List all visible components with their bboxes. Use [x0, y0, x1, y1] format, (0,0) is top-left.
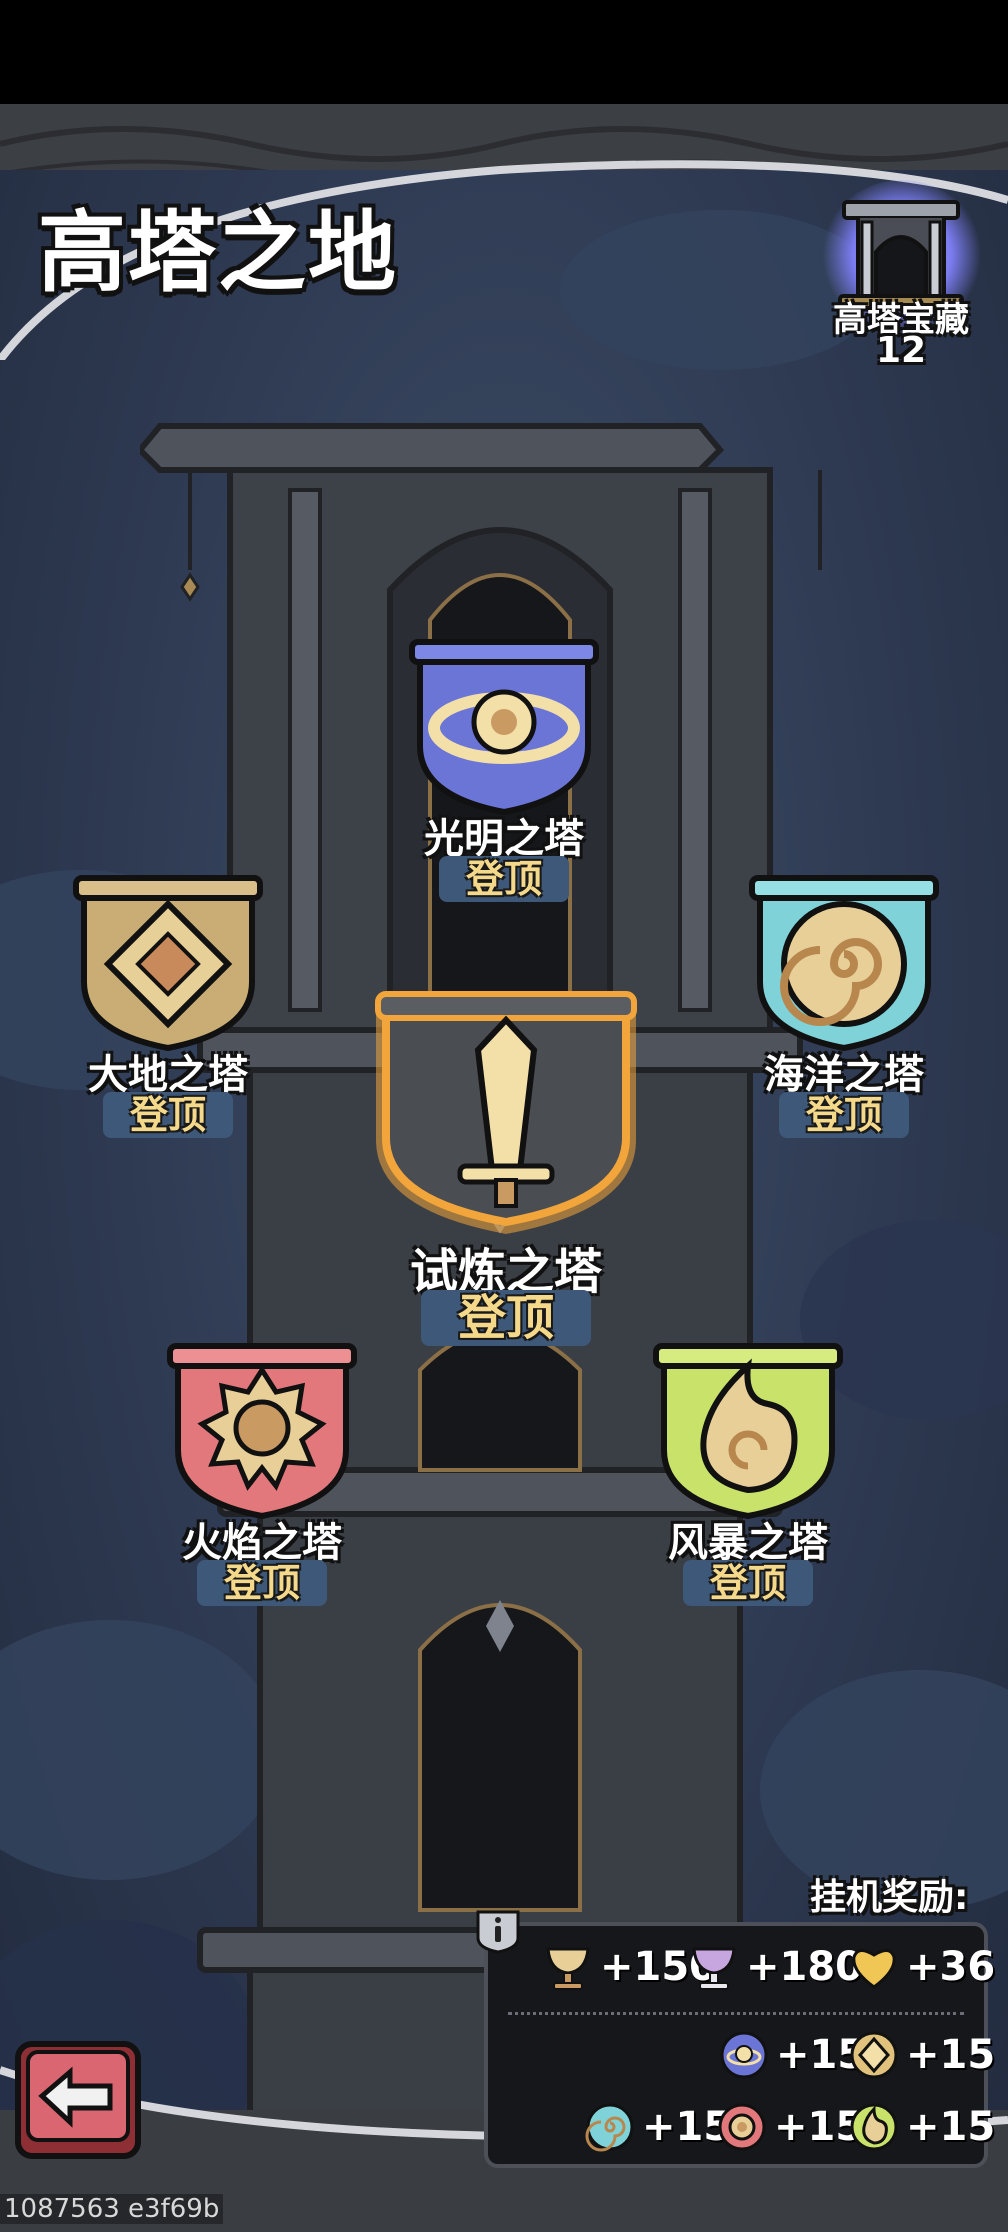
spiral-shell-icon [749, 875, 939, 1052]
info-icon[interactable] [472, 1904, 524, 1956]
reward-value: +36 [906, 1944, 996, 1990]
flame-swirl-icon [653, 1343, 843, 1520]
tower-treasure-button[interactable]: 高塔宝藏 12 [816, 180, 986, 380]
treasure-count: 12 [875, 330, 927, 371]
tower-status-storm: 登顶 [683, 1560, 813, 1606]
reward-value: +15 [906, 2032, 996, 2078]
page-title: 高塔之地 [38, 201, 399, 304]
ocean-shell-icon [585, 2103, 634, 2152]
tower-status-earth: 登顶 [103, 1092, 233, 1138]
orb-ring-icon [409, 639, 599, 816]
fire-gear-icon [718, 2103, 766, 2151]
idle-rewards-panel: +150 +180 +36 +15 +15 +15 +15 +15 [484, 1922, 995, 2168]
tower-node-trial[interactable]: 试炼之塔 登顶 [356, 980, 656, 1350]
tower-status-light: 登顶 [439, 856, 569, 902]
tower-node-light[interactable]: 光明之塔 登顶 [392, 636, 616, 906]
sun-gear-icon [167, 1343, 357, 1520]
reward-item: +15 [716, 2098, 863, 2154]
tower-status-trial: 登顶 [421, 1290, 591, 1346]
build-watermark: 1087563 e3f69b [0, 2194, 224, 2224]
status-bar [0, 0, 1008, 104]
tower-node-ocean[interactable]: 海洋之塔 登顶 [732, 872, 956, 1142]
tower-node-fire[interactable]: 火焰之塔 登顶 [150, 1340, 374, 1610]
earth-rune-icon [850, 2031, 898, 2079]
tower-status-ocean: 登顶 [779, 1092, 909, 1138]
tower-status-fire: 登顶 [197, 1560, 327, 1606]
tower-node-storm[interactable]: 风暴之塔 登顶 [636, 1340, 860, 1610]
storm-flame-icon [850, 2103, 898, 2151]
diamond-rune-icon [73, 875, 263, 1052]
purple-chalice-icon [692, 1947, 736, 1990]
reward-item: +15 [848, 2026, 995, 2082]
gold-heart-icon [852, 1949, 896, 1989]
gold-chalice-icon [546, 1947, 590, 1990]
idle-rewards-title: 挂机奖励: [810, 1877, 969, 1918]
reward-value: +15 [906, 2104, 996, 2150]
tower-land-screen: 高塔之地 高塔宝藏 12 光明之塔 登顶 大地之塔 登顶 海洋之塔 登顶 试炼之… [0, 0, 1008, 2232]
tower-node-earth[interactable]: 大地之塔 登顶 [56, 872, 280, 1142]
reward-item: +15 [848, 2098, 995, 2154]
reward-item: +36 [848, 1938, 995, 1994]
reward-item: +15 [584, 2098, 731, 2154]
reward-divider [508, 2012, 964, 2015]
back-button[interactable] [14, 2040, 142, 2160]
sword-icon [375, 991, 637, 1234]
reward-item: +180 [688, 1938, 863, 1994]
reward-item: +150 [542, 1938, 717, 1994]
light-orb-icon [720, 2031, 768, 2079]
reward-value: +180 [746, 1944, 864, 1990]
back-arrow-icon [15, 2041, 141, 2159]
reward-item: +15 [718, 2026, 865, 2082]
